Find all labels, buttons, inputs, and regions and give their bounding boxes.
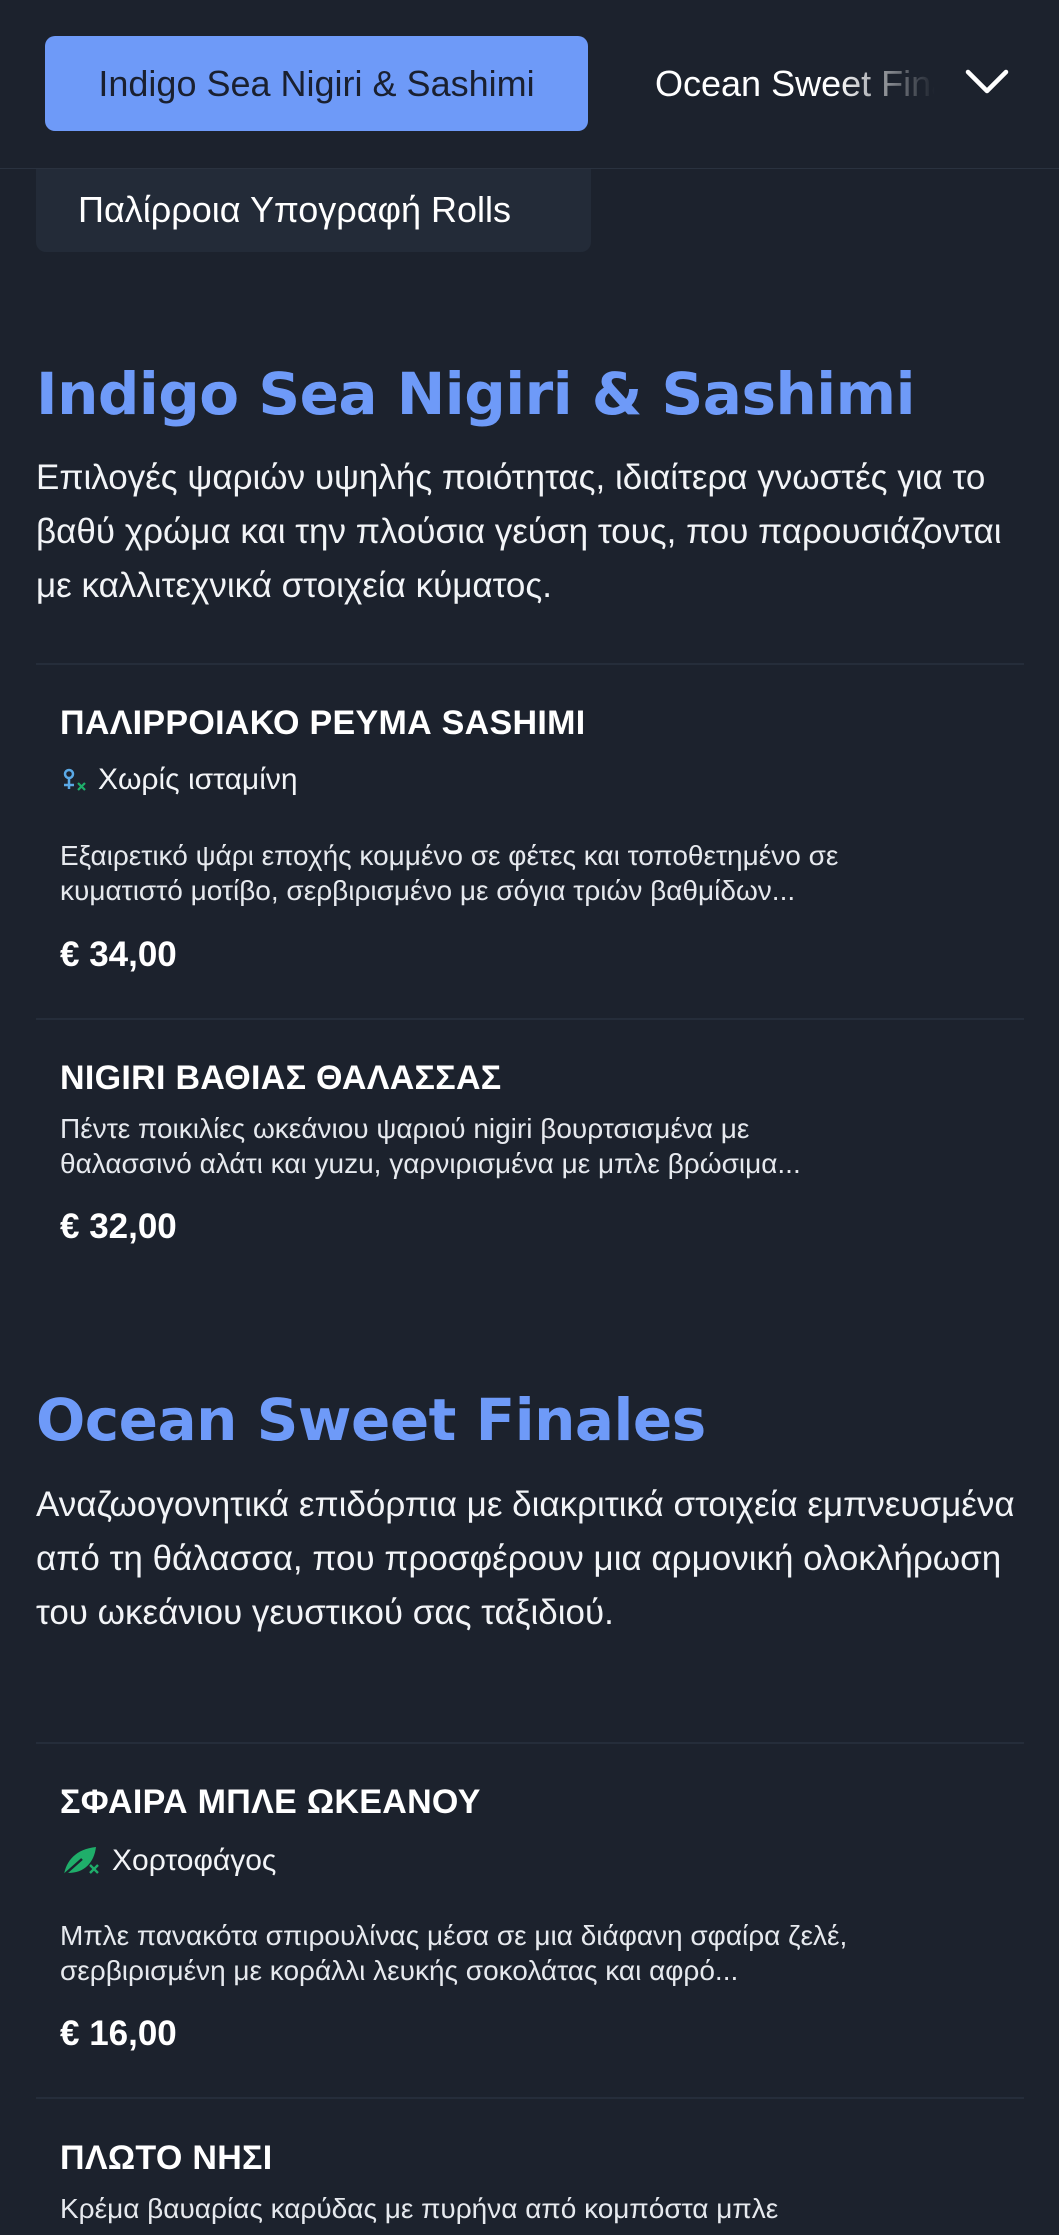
item-description: Κρέμα βαυαρίας καρύδας με πυρήνα από κομ… [60, 2193, 779, 2224]
section-description-ocean-sweet-finales: Αναζωογονητικά επιδόρπια με διακριτικά σ… [36, 1485, 1015, 1632]
item-name: ΠΛΩΤΟ ΝΗΣΙ [60, 2139, 273, 2177]
divider [36, 1018, 1024, 1020]
category-nav-bar: Indigo Sea Nigiri & Sashimi Ocean Sweet … [0, 0, 1059, 169]
section-description-nigiri-sashimi: Επιλογές ψαριών υψηλής ποιότητας, ιδιαίτ… [36, 458, 1002, 605]
vegetarian-leaf-icon [63, 1847, 99, 1876]
tab-indigo-sea-nigiri[interactable]: Indigo Sea Nigiri & Sashimi [45, 36, 588, 131]
item-description: Μπλε πανακότα σπιρουλίνας μέσα σε μια δι… [60, 1920, 848, 1986]
histamine-free-icon [63, 768, 86, 791]
dietary-tag-label: Χωρίς ισταμίνη [98, 763, 298, 796]
dietary-tag: Χορτοφάγος [60, 1843, 276, 1879]
item-name: ΠΑΛΙΡΡΟΙΑΚΟ ΡΕΥΜΑ SASHIMI [60, 704, 586, 742]
section-title-nigiri-sashimi: Indigo Sea Nigiri & Sashimi [36, 360, 915, 428]
item-price: € 16,00 [60, 2014, 177, 2053]
dietary-tag-label: Χορτοφάγος [112, 1844, 277, 1877]
item-price: € 32,00 [60, 1207, 177, 1246]
item-description: Εξαιρετικό ψάρι εποχής κομμένο σε φέτες … [60, 840, 839, 906]
tab-signature-rolls[interactable]: Παλίρροια Υπογραφή Rolls [36, 168, 591, 252]
dietary-tag: Χωρίς ισταμίνη [60, 763, 298, 797]
divider [36, 663, 1024, 665]
divider [36, 1742, 1024, 1744]
item-name: NIGIRI ΒΑΘΙΑΣ ΘΑΛΑΣΣΑΣ [60, 1059, 502, 1097]
divider [36, 2097, 1024, 2099]
tab-ocean-sweet-finales[interactable]: Ocean Sweet Finales [655, 36, 935, 131]
item-description: Πέντε ποικιλίες ωκεάνιου ψαριού nigiri β… [60, 1113, 801, 1179]
section-title-ocean-sweet-finales: Ocean Sweet Finales [36, 1386, 706, 1454]
item-price: € 34,00 [60, 935, 177, 974]
chevron-down-icon[interactable] [962, 62, 1012, 102]
item-name: ΣΦΑΙΡΑ ΜΠΛΕ ΩΚΕΑΝΟΥ [60, 1783, 481, 1821]
